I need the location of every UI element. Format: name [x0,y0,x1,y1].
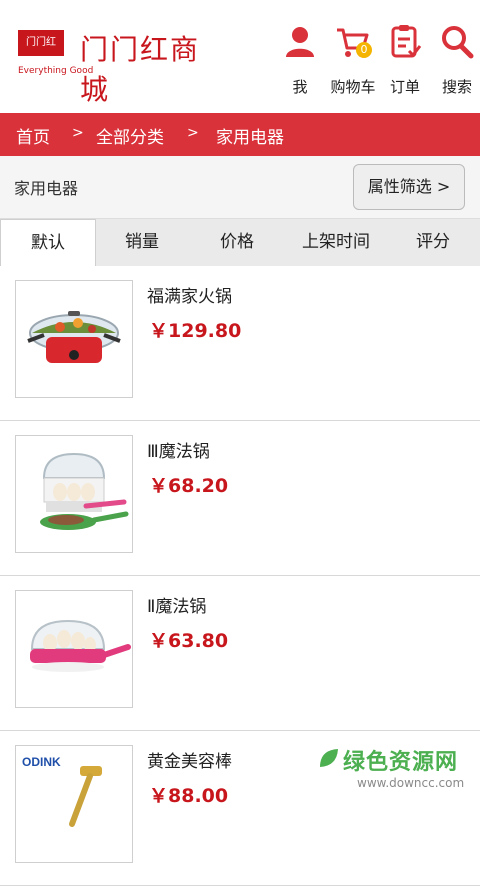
brand-logo-text: ODINK [22,755,61,769]
tab-price[interactable]: 价格 [188,219,286,266]
logo-box: 门门红 [18,30,64,56]
category-title: 家用电器 [14,179,79,198]
sort-tabs: 默认 销量 价格 上架时间 评分 [0,219,480,267]
search-icon [442,26,474,59]
product-name: Ⅱ魔法锅 [147,597,207,617]
breadcrumb: 首页 > 全部分类 > 家用电器 [0,113,480,156]
logo-slogan: Everything Good [18,66,94,76]
nav-me[interactable]: 我 [276,24,324,104]
nav-search-label: 搜索 [441,78,472,96]
watermark-url: www.downcc.com [357,776,465,790]
egg-cooker-image [15,435,133,553]
cart-count-badge: 0 [356,42,372,58]
nav-cart[interactable]: 0 购物车 [329,24,377,104]
product-price: ￥129.80 [149,320,242,342]
app-header: 门门红 门门红商城 Everything Good 我 0 购物车 订单 搜索 [0,0,480,113]
product-item[interactable]: 福满家火锅 ￥129.80 [0,266,480,421]
leaf-icon [320,749,338,767]
product-item[interactable]: Ⅱ魔法锅 ￥63.80 [0,576,480,731]
breadcrumb-home[interactable]: 首页 [16,123,50,148]
watermark: 绿色资源网 www.downcc.com [315,744,475,796]
breadcrumb-current: 家用电器 [216,128,284,148]
product-name: Ⅲ魔法锅 [147,442,210,462]
tab-sales[interactable]: 销量 [96,219,188,266]
product-item[interactable]: Ⅲ魔法锅 ￥68.20 [0,421,480,576]
product-price: ￥63.80 [149,630,229,652]
store-logo[interactable]: 门门红 门门红商城 Everything Good [16,26,216,106]
nav-cart-label: 购物车 [330,78,376,96]
egg-pan-image [15,590,133,708]
tab-newest[interactable]: 上架时间 [286,219,386,266]
product-price: ￥88.00 [149,785,229,807]
logo-name: 门门红商城 [80,33,201,106]
nav-search[interactable]: 搜索 [433,24,480,104]
nav-orders[interactable]: 订单 [381,24,429,104]
watermark-title: 绿色资源网 [343,750,459,775]
product-name: 黄金美容棒 [147,752,232,772]
order-icon [391,25,422,58]
tab-default[interactable]: 默认 [0,219,96,267]
breadcrumb-all-categories[interactable]: 全部分类 [96,123,164,148]
category-bar: 家用电器 属性筛选 > [0,156,480,219]
hotpot-image [15,280,133,398]
product-name: 福满家火锅 [147,287,232,307]
nav-me-label: 我 [292,78,308,96]
attribute-filter-button[interactable]: 属性筛选 > [353,164,465,210]
product-price: ￥68.20 [149,475,229,497]
beauty-bar-image: ODINK [15,745,133,863]
user-icon [286,27,314,57]
breadcrumb-separator: > [72,125,84,141]
breadcrumb-separator: > [187,125,199,141]
tab-rating[interactable]: 评分 [386,219,480,266]
nav-orders-label: 订单 [389,78,420,96]
